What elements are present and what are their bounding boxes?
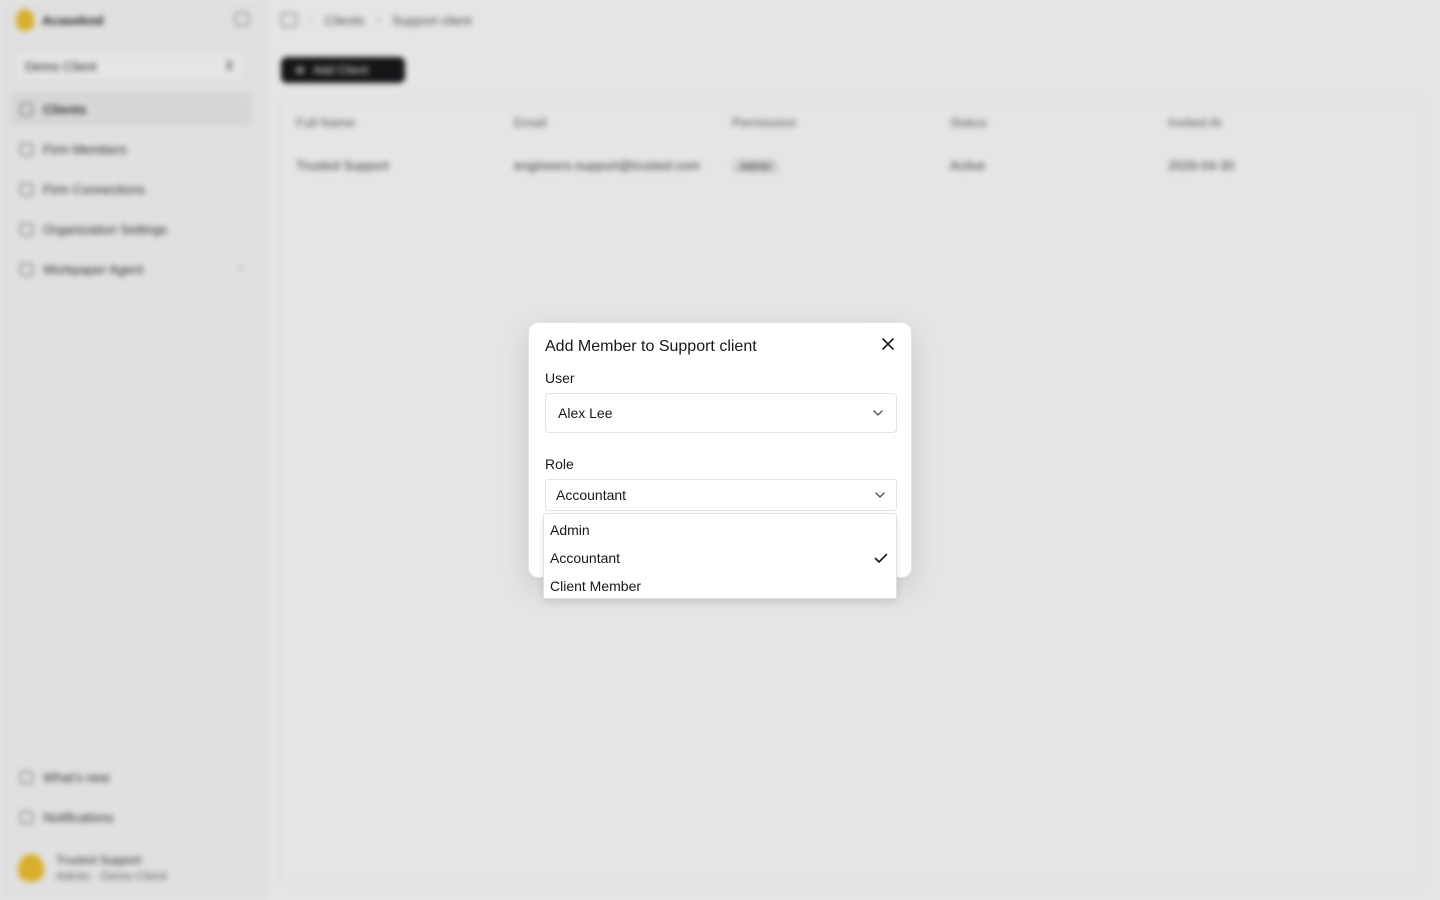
user-label: User	[545, 370, 575, 386]
role-option-accountant[interactable]: Accountant	[544, 544, 896, 572]
dialog-title: Add Member to Support client	[545, 338, 757, 355]
role-option-admin[interactable]: Admin	[544, 516, 896, 544]
role-dropdown: Admin Accountant Client Member	[543, 513, 897, 599]
close-icon	[882, 338, 894, 350]
option-label: Client Member	[550, 578, 642, 594]
user-select-value: Alex Lee	[558, 405, 613, 421]
option-label: Admin	[550, 522, 590, 538]
option-label: Accountant	[550, 550, 621, 566]
role-select-value: Accountant	[556, 487, 627, 503]
role-option-client-member[interactable]: Client Member	[544, 572, 896, 600]
chevron-down-icon	[873, 410, 883, 416]
checkmark-icon	[874, 553, 888, 563]
role-select[interactable]: Accountant	[545, 479, 897, 511]
user-select[interactable]: Alex Lee	[545, 393, 897, 433]
close-button[interactable]	[879, 335, 897, 353]
role-label: Role	[545, 456, 574, 472]
chevron-down-icon	[875, 492, 885, 498]
